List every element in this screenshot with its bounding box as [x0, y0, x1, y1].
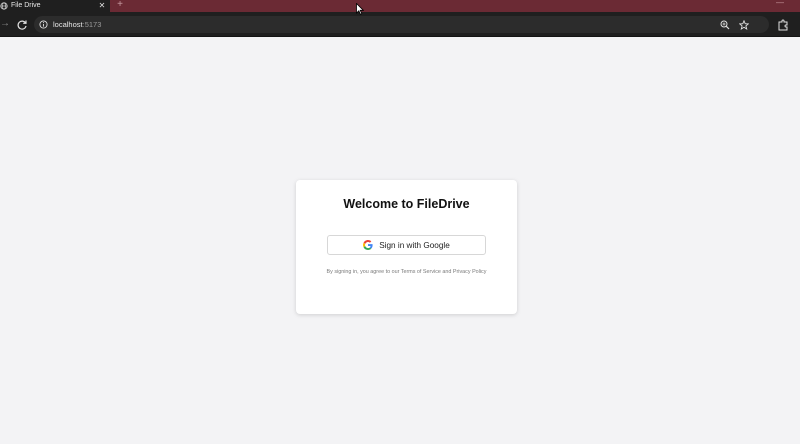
- welcome-heading: Welcome to FileDrive: [343, 197, 470, 211]
- url-host: localhost: [53, 20, 83, 29]
- login-card: Welcome to FileDrive Sign in with Google…: [296, 180, 517, 314]
- url-text: localhost:5173: [53, 20, 101, 29]
- terms-notice: By signing in, you agree to our Terms of…: [326, 269, 487, 275]
- address-bar[interactable]: localhost:5173: [34, 16, 769, 33]
- reload-icon[interactable]: [16, 18, 28, 30]
- new-tab-button[interactable]: +: [114, 0, 126, 12]
- bookmark-star-icon[interactable]: [738, 19, 749, 30]
- forward-arrow-icon[interactable]: →: [0, 18, 10, 30]
- close-tab-icon[interactable]: ✕: [97, 0, 107, 12]
- google-logo-icon: [363, 240, 373, 250]
- tab-strip: File Drive ✕ + —: [0, 0, 800, 12]
- minimize-window-button[interactable]: —: [776, 0, 784, 12]
- url-port: :5173: [82, 20, 102, 29]
- google-sign-in-button[interactable]: Sign in with Google: [327, 235, 486, 255]
- browser-toolbar: → localhost:5173: [0, 12, 800, 37]
- mouse-cursor-icon: [356, 2, 365, 15]
- tab-file-drive[interactable]: File Drive ✕: [0, 0, 110, 12]
- globe-icon: [0, 2, 8, 10]
- site-info-icon[interactable]: [38, 20, 48, 30]
- extensions-puzzle-icon[interactable]: [777, 18, 789, 31]
- google-sign-in-label: Sign in with Google: [379, 240, 450, 250]
- tab-title: File Drive: [11, 2, 41, 9]
- zoom-icon[interactable]: [719, 19, 730, 30]
